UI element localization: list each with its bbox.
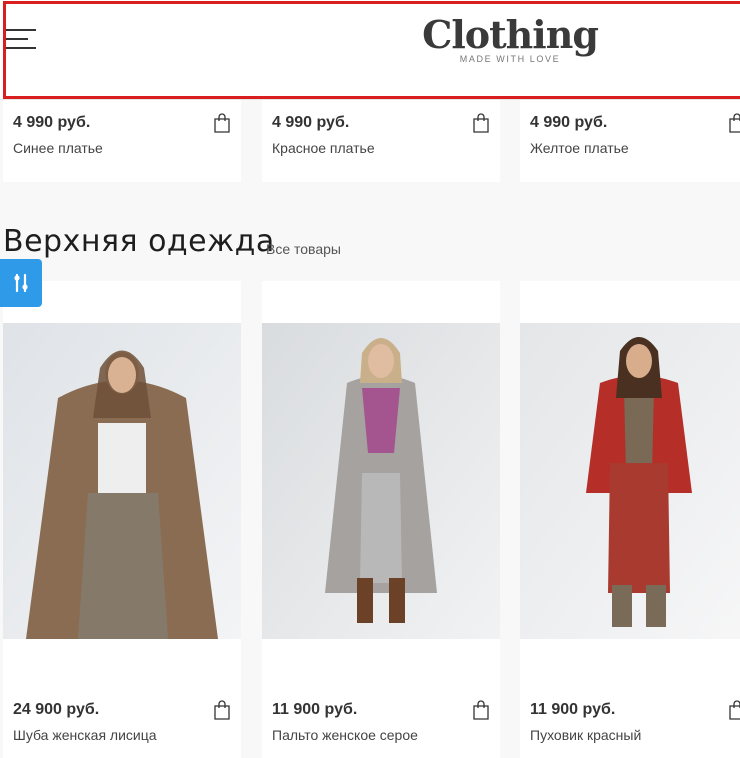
product-photo[interactable]: [520, 323, 740, 639]
site-header: Clothing MADE WITH LOVE: [0, 0, 740, 100]
shopping-bag-icon[interactable]: [472, 113, 490, 133]
product-price: 4 990 руб.: [530, 114, 608, 131]
product-price: 11 900 руб.: [530, 701, 616, 718]
logo-title: Clothing: [422, 12, 599, 57]
product-card[interactable]: 4 990 руб. Синее платье: [3, 90, 241, 182]
product-card[interactable]: 24 900 руб. Шуба женская лисица: [3, 281, 241, 758]
product-card[interactable]: 4 990 руб. Красное платье: [262, 90, 500, 182]
product-name[interactable]: Пальто женское серое: [272, 727, 418, 743]
product-price: 24 900 руб.: [13, 701, 100, 718]
shopping-bag-icon[interactable]: [213, 700, 231, 720]
product-name[interactable]: Пуховик красный: [530, 727, 641, 743]
site-logo[interactable]: Clothing MADE WITH LOVE: [420, 12, 600, 64]
product-price: 4 990 руб.: [13, 114, 91, 131]
product-card[interactable]: 4 990 руб. Желтое платье: [520, 90, 740, 182]
shopping-bag-icon[interactable]: [472, 700, 490, 720]
section-title: Верхняя одежда: [3, 224, 275, 259]
product-card[interactable]: 11 900 руб. Пальто женское серое: [262, 281, 500, 758]
sliders-icon: [14, 273, 28, 293]
product-photo[interactable]: [3, 323, 241, 639]
shopping-bag-icon[interactable]: [213, 113, 231, 133]
product-card[interactable]: 11 900 руб. Пуховик красный: [520, 281, 740, 758]
shopping-bag-icon[interactable]: [728, 700, 740, 720]
filter-button[interactable]: [0, 259, 42, 307]
product-price: 11 900 руб.: [272, 701, 358, 718]
hamburger-menu-icon[interactable]: [6, 27, 38, 51]
product-name[interactable]: Синее платье: [13, 140, 103, 156]
product-name[interactable]: Шуба женская лисица: [13, 727, 157, 743]
product-photo[interactable]: [262, 323, 500, 639]
product-name[interactable]: Красное платье: [272, 140, 375, 156]
all-products-link[interactable]: Все товары: [266, 241, 341, 257]
product-price: 4 990 руб.: [272, 114, 350, 131]
product-name[interactable]: Желтое платье: [530, 140, 629, 156]
shopping-bag-icon[interactable]: [728, 113, 740, 133]
